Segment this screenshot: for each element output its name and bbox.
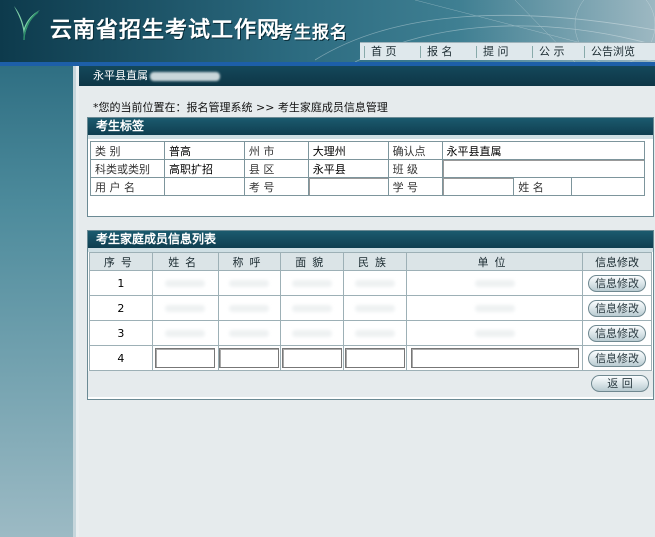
family-members-panel: 考生家庭成员信息列表 序号 姓名 称呼 面貌 民族 单位 信息修改 1 信息修改… <box>87 230 654 400</box>
value-username <box>163 177 245 196</box>
value-prefecture: 大理州 <box>307 141 389 160</box>
nav-home[interactable]: 首 页 <box>360 43 416 60</box>
site-title: 云南省招生考试工作网 <box>50 18 281 43</box>
nav-ask[interactable]: 提 问 <box>472 43 528 60</box>
redacted-username <box>150 71 220 81</box>
label-exam-no: 考 号 <box>243 177 309 196</box>
col-ethnicity: 民族 <box>343 252 407 271</box>
family-members-table: 序号 姓名 称呼 面貌 民族 单位 信息修改 1 信息修改 2 信息修改 3 信… <box>89 252 652 371</box>
col-unit: 单位 <box>405 252 584 271</box>
value-student-no <box>441 177 515 196</box>
nav-register[interactable]: 报 名 <box>416 43 472 60</box>
name-input[interactable] <box>155 348 216 368</box>
col-name: 姓名 <box>151 252 219 271</box>
label-student-no: 学 号 <box>387 177 443 196</box>
relation-input[interactable] <box>219 348 280 368</box>
label-prefecture: 州 市 <box>243 141 309 160</box>
value-exam-no <box>307 177 389 196</box>
edit-info-button[interactable]: 信息修改 <box>588 324 647 342</box>
nav-announcements[interactable]: 公告浏览 <box>580 43 650 60</box>
back-button[interactable]: 返 回 <box>591 375 649 392</box>
col-relation: 称呼 <box>217 252 282 271</box>
table-header-row: 序号 姓名 称呼 面貌 民族 单位 信息修改 <box>89 252 652 271</box>
table-row: 1 信息修改 <box>89 270 652 296</box>
col-edit: 信息修改 <box>582 252 652 271</box>
label-county: 县 区 <box>243 159 309 178</box>
section-title: 考生报名 <box>276 23 348 43</box>
table-row: 2 信息修改 <box>89 295 652 321</box>
breadcrumb: *您的当前位置在：报名管理系统 >> 考生家庭成员信息管理 <box>93 101 388 114</box>
col-no: 序号 <box>89 252 153 271</box>
table-row: 4 信息修改 <box>89 345 652 371</box>
region-label: 永平县直属 <box>93 69 148 82</box>
label-confirm-point: 确认点 <box>387 141 443 160</box>
ethnicity-input[interactable] <box>345 348 406 368</box>
value-confirm-point: 永平县直属 <box>441 141 645 160</box>
label-name: 姓 名 <box>513 177 573 196</box>
row-no: 1 <box>89 270 153 296</box>
unit-input[interactable] <box>410 348 579 368</box>
panel-title: 考生家庭成员信息列表 <box>88 231 653 248</box>
row-no: 2 <box>89 295 153 321</box>
political-status-input[interactable] <box>282 348 343 368</box>
label-username: 用 户 名 <box>90 177 165 196</box>
value-category: 普高 <box>163 141 245 160</box>
student-tag-table: 类 别 普高 州 市 大理州 确认点 永平县直属 科类或类别 高职扩招 县 区 … <box>90 141 645 196</box>
label-class: 班 级 <box>387 159 443 178</box>
logo-icon <box>14 6 40 41</box>
region-bar: 永平县直属 <box>79 66 655 86</box>
edit-info-button[interactable]: 信息修改 <box>588 299 647 317</box>
left-sidebar <box>0 66 76 537</box>
panel-title: 考生标签 <box>88 118 653 135</box>
label-category: 类 别 <box>90 141 165 160</box>
student-tag-panel: 考生标签 类 别 普高 州 市 大理州 确认点 永平县直属 科类或类别 高职扩招… <box>87 117 654 217</box>
main-content: 永平县直属 *您的当前位置在：报名管理系统 >> 考生家庭成员信息管理 考生标签… <box>79 66 655 537</box>
value-class <box>441 159 645 178</box>
row-no: 3 <box>89 320 153 346</box>
nav-notice[interactable]: 公 示 <box>528 43 580 60</box>
table-row: 3 信息修改 <box>89 320 652 346</box>
back-row: 返 回 <box>88 371 653 397</box>
value-county: 永平县 <box>307 159 389 178</box>
col-political-status: 面貌 <box>280 252 345 271</box>
row-no: 4 <box>89 345 153 371</box>
edit-info-button[interactable]: 信息修改 <box>588 349 647 367</box>
edit-info-button[interactable]: 信息修改 <box>588 274 647 292</box>
top-nav: 首 页 报 名 提 问 公 示 公告浏览 <box>360 42 655 60</box>
value-subject: 高职扩招 <box>163 159 245 178</box>
value-name <box>571 177 645 196</box>
label-subject: 科类或类别 <box>90 159 165 178</box>
site-header: 云南省招生考试工作网 考生报名 首 页 报 名 提 问 公 示 公告浏览 <box>0 0 655 62</box>
